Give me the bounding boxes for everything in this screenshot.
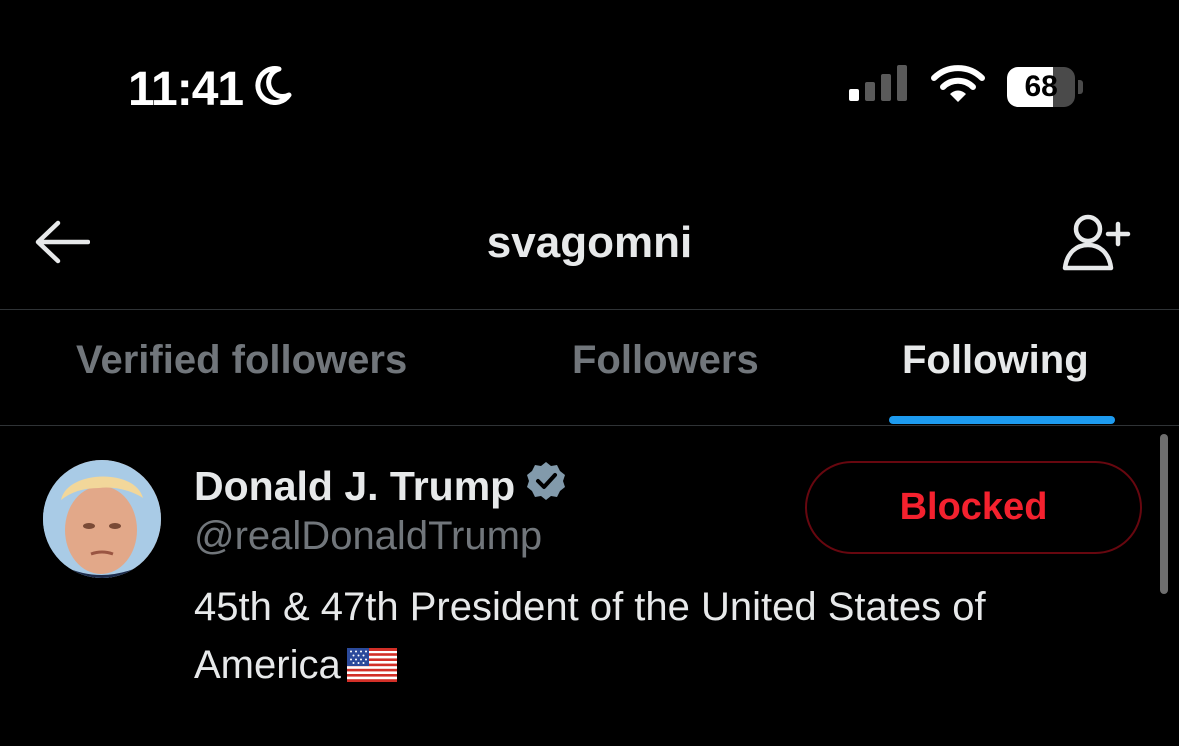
wifi-icon bbox=[931, 64, 985, 109]
tab-bar: Verified followers Followers Following bbox=[0, 310, 1179, 425]
tab-followers[interactable]: Followers bbox=[572, 338, 759, 383]
battery-level-text: 68 bbox=[1024, 69, 1058, 103]
screen: 11:41 68 svagomni Verified followers Fol… bbox=[0, 0, 1179, 746]
active-tab-indicator bbox=[889, 416, 1115, 424]
user-handle: @realDonaldTrump bbox=[194, 514, 543, 558]
tab-following[interactable]: Following bbox=[902, 338, 1089, 383]
status-time-text: 11:41 bbox=[128, 63, 244, 116]
list-item[interactable]: Donald J. Trump @realDonaldTrump 45th & … bbox=[0, 426, 1179, 746]
status-indicators: 68 bbox=[849, 64, 1083, 109]
blocked-button[interactable]: Blocked bbox=[805, 461, 1142, 554]
verified-badge-icon bbox=[525, 460, 567, 512]
us-flag-icon bbox=[346, 640, 397, 698]
user-bio: 45th & 47th President of the United Stat… bbox=[194, 578, 1124, 698]
page-title: svagomni bbox=[486, 218, 693, 267]
tab-verified-followers[interactable]: Verified followers bbox=[76, 338, 407, 383]
top-nav-bar: svagomni bbox=[0, 190, 1179, 308]
add-user-button[interactable] bbox=[1059, 212, 1135, 276]
moon-icon bbox=[253, 62, 293, 117]
user-bio-text: 45th & 47th President of the United Stat… bbox=[194, 585, 986, 687]
avatar[interactable] bbox=[43, 460, 161, 578]
add-user-icon bbox=[1061, 212, 1133, 277]
status-time: 11:41 bbox=[128, 62, 293, 117]
cellular-signal-icon bbox=[849, 65, 909, 108]
user-name[interactable]: Donald J. Trump bbox=[194, 460, 567, 512]
battery-indicator: 68 bbox=[1007, 66, 1083, 107]
user-display-name: Donald J. Trump bbox=[194, 462, 516, 509]
scrollbar[interactable] bbox=[1160, 434, 1168, 594]
